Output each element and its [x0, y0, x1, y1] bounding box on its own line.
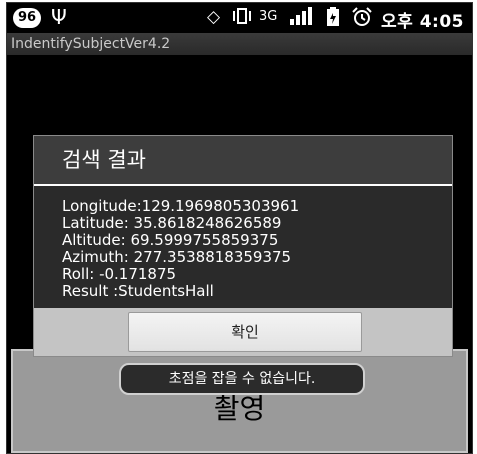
azimuth-line: Azimuth: 277.3538818359375: [62, 248, 292, 266]
dialog-title: 검색 결과: [62, 148, 146, 172]
dialog-message: Longitude:129.1969805303961 Latitude: 35…: [34, 186, 452, 308]
phone-screen: 96 Ψ ◇ 3G 오후 4:05 IndentifySubjectVer4.2…: [6, 2, 473, 454]
search-result-dialog: 검색 결과 Longitude:129.1969805303961 Latitu…: [33, 135, 453, 357]
sync-icon: ◇: [207, 7, 221, 27]
roll-line: Roll: -0.171875: [62, 265, 177, 283]
battery-icon: [325, 7, 341, 32]
result-line: Result :StudentsHall: [62, 282, 214, 300]
notification-count-badge: 96: [13, 8, 41, 28]
app-title: IndentifySubjectVer4.2: [7, 33, 472, 55]
vibrate-icon: [231, 7, 253, 30]
status-time: 오후 4:05: [381, 12, 464, 32]
latitude-line: Latitude: 35.8618248626589: [62, 214, 282, 232]
toast-message: 초점을 잡을 수 없습니다.: [119, 363, 365, 395]
ok-button[interactable]: 확인: [128, 312, 362, 352]
usb-icon: Ψ: [51, 5, 67, 29]
signal-icon: [289, 7, 313, 30]
longitude-line: Longitude:129.1969805303961: [62, 197, 300, 215]
altitude-line: Altitude: 69.5999755859375: [62, 231, 279, 249]
status-bar: 96 Ψ ◇ 3G 오후 4:05: [7, 3, 472, 33]
alarm-icon: [351, 7, 373, 32]
dialog-button-bar: 확인: [34, 308, 452, 356]
shoot-button-label: 촬영: [213, 392, 266, 425]
network-type-label: 3G: [259, 9, 278, 24]
